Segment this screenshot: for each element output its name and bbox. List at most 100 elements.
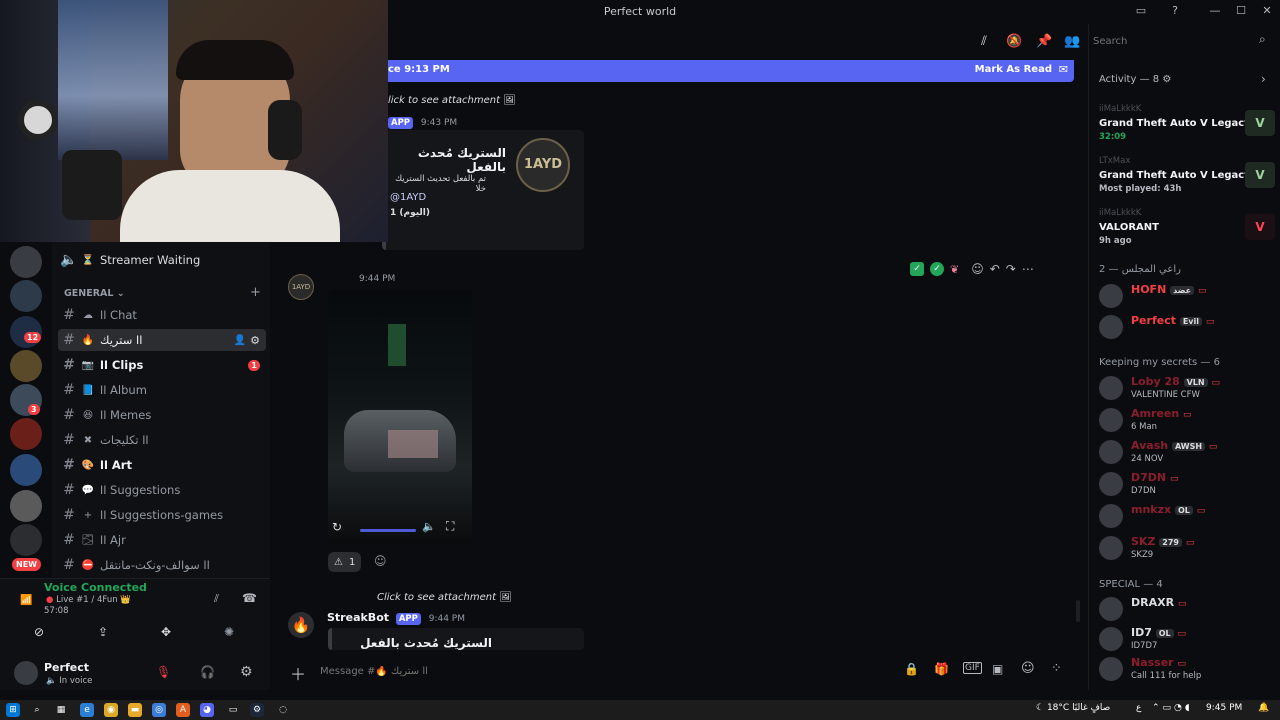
- apps-icon[interactable]: ⁘: [1051, 661, 1062, 676]
- server-icon[interactable]: [10, 350, 42, 382]
- browser-icon[interactable]: ◎: [152, 703, 166, 717]
- add-reaction-icon[interactable]: ☺: [374, 554, 387, 568]
- voice-channel-link[interactable]: ● Live #1 / 4Fun 👑: [46, 595, 131, 605]
- channel-item[interactable]: # ⛔ اا سوالف-ونكت-مانتقل: [58, 554, 266, 576]
- threads-icon[interactable]: ⫽: [976, 34, 992, 50]
- camera-off-icon[interactable]: ⊘: [34, 625, 44, 639]
- category-general[interactable]: GENERAL ⌄: [64, 288, 125, 299]
- discord-icon[interactable]: ◕: [200, 703, 214, 717]
- channel-item[interactable]: # 😆 اا Memes: [58, 404, 266, 426]
- file-explorer-icon[interactable]: ▬: [128, 703, 142, 717]
- activity-header[interactable]: Activity — 8 ⚙: [1099, 74, 1171, 85]
- member-item[interactable]: Perfect Evil ▭: [1099, 310, 1275, 344]
- gif-icon[interactable]: GIF: [963, 662, 982, 674]
- replay-icon[interactable]: ↻: [332, 520, 342, 534]
- task-view-icon[interactable]: ▦: [54, 703, 68, 717]
- search-icon[interactable]: ⌕: [30, 703, 44, 717]
- attach-plus-icon[interactable]: ＋: [290, 661, 306, 685]
- server-icon[interactable]: [10, 280, 42, 312]
- language-indicator[interactable]: ع: [1136, 703, 1141, 713]
- server-icon[interactable]: [10, 246, 42, 278]
- mute-notifications-icon[interactable]: 🔕: [1006, 34, 1022, 50]
- member-item[interactable]: D7DN ▭ D7DN: [1099, 467, 1275, 501]
- more-icon[interactable]: ⋯: [1022, 262, 1034, 276]
- channel-item[interactable]: # + اا Suggestions-games: [58, 504, 266, 526]
- member-item[interactable]: Avash AWSH ▭ 24 NOV: [1099, 435, 1275, 469]
- mute-icon[interactable]: 🎙: [156, 665, 171, 679]
- notifications-icon[interactable]: 🔔: [1258, 703, 1269, 713]
- clock[interactable]: 9:45 PM: [1206, 703, 1242, 713]
- video-attachment[interactable]: ↻ 🔈 ⛶: [328, 290, 472, 544]
- lock-icon[interactable]: 🔒: [904, 662, 919, 676]
- help-icon[interactable]: ?: [1166, 4, 1184, 20]
- embed-mention[interactable]: @1AYD: [390, 192, 426, 203]
- channel-item[interactable]: # 🌫 اا Ajr: [58, 529, 266, 551]
- server-icon[interactable]: [10, 490, 42, 522]
- activity-card[interactable]: iiMaLkkkK VALORANT 9h ago V: [1099, 204, 1275, 252]
- member-item[interactable]: ID7 OL ▭ ID7D7: [1099, 622, 1275, 656]
- inbox-icon[interactable]: ▭: [1132, 4, 1150, 20]
- forward-icon[interactable]: ↷: [1006, 262, 1016, 276]
- attachment-link[interactable]: Click to see attachment 🖼: [377, 592, 512, 603]
- member-item[interactable]: mnkzx OL ▭: [1099, 499, 1275, 533]
- server-icon[interactable]: [10, 524, 42, 556]
- member-item[interactable]: Loby 28 VLN ▭ VALENTINE CFW: [1099, 371, 1275, 405]
- screen-share-icon[interactable]: ⇪: [98, 625, 108, 639]
- bot-name[interactable]: StreakBot: [327, 611, 389, 624]
- reaction[interactable]: ⚠ 1: [328, 552, 362, 572]
- steam-icon[interactable]: ⚙: [250, 703, 264, 717]
- signal-icon[interactable]: 📶: [20, 595, 32, 606]
- search-icon[interactable]: ⌕: [1259, 32, 1266, 47]
- activity-card[interactable]: LTxMax Grand Theft Auto V Legacy Most play…: [1099, 152, 1275, 200]
- gift-icon[interactable]: 🎁: [934, 662, 949, 676]
- app-icon[interactable]: A: [176, 703, 190, 717]
- reaction-icon[interactable]: ❦: [950, 263, 959, 276]
- member-list-icon[interactable]: 👥: [1064, 34, 1080, 50]
- voice-status[interactable]: Voice Connected: [44, 581, 147, 594]
- channel-settings-icon[interactable]: ⚙: [250, 334, 260, 347]
- weather-widget[interactable]: ☾ 18°C صافٍ غالبًا: [1036, 703, 1110, 713]
- chevron-right-icon[interactable]: ›: [1261, 72, 1266, 86]
- pin-icon[interactable]: 📌: [1036, 34, 1052, 50]
- reply-icon[interactable]: ↶: [990, 262, 1000, 276]
- volume-icon[interactable]: 🔈: [422, 520, 436, 533]
- emoji-icon[interactable]: ☺: [1021, 661, 1035, 676]
- disconnect-icon[interactable]: ☎: [242, 591, 257, 605]
- server-icon[interactable]: [10, 454, 42, 486]
- streakbot-avatar[interactable]: 🔥: [288, 612, 314, 638]
- scrollbar[interactable]: [1076, 600, 1080, 622]
- mark-as-read-button[interactable]: Mark As Read: [975, 64, 1052, 75]
- create-channel-icon[interactable]: +: [250, 285, 261, 300]
- fullscreen-icon[interactable]: ⛶: [446, 519, 454, 534]
- sticker-icon[interactable]: ▣: [992, 662, 1003, 676]
- channel-item[interactable]: # ☁ اا Chat: [58, 304, 266, 326]
- windows-start-icon[interactable]: ⊞: [6, 703, 20, 717]
- check-reaction-icon[interactable]: ✓: [910, 262, 924, 276]
- member-item[interactable]: SKZ 279 ▭ SKZ9: [1099, 531, 1275, 565]
- avatar[interactable]: [14, 661, 38, 685]
- server-icon[interactable]: [10, 418, 42, 450]
- new-messages-bar[interactable]: ce 9:13 PM Mark As Read ✉: [382, 60, 1074, 82]
- username[interactable]: Perfect: [44, 661, 89, 674]
- message-input[interactable]: [320, 660, 880, 682]
- search-input[interactable]: [1093, 32, 1253, 50]
- avatar[interactable]: 1AYD: [288, 274, 314, 300]
- chrome-icon[interactable]: ◉: [104, 703, 118, 717]
- channel-item[interactable]: # 📷 اا Clips 1: [58, 354, 266, 376]
- add-reaction-icon[interactable]: ☺: [971, 262, 984, 276]
- attachment-link[interactable]: lick to see attachment 🖼: [388, 95, 516, 106]
- deafen-icon[interactable]: 🎧: [200, 665, 215, 679]
- activity-card[interactable]: iiMaLkkkK Grand Theft Auto V Legacy 32:09 V: [1099, 100, 1275, 148]
- minimize-button[interactable]: —: [1206, 4, 1224, 20]
- member-item[interactable]: Amreen ▭ 6 Man: [1099, 403, 1275, 437]
- app-icon[interactable]: ◌: [276, 703, 290, 717]
- member-item[interactable]: Nasser ▭ Call 111 for help: [1099, 652, 1275, 686]
- voice-channel[interactable]: 🔈 ⏳ Streamer Waiting: [58, 249, 266, 271]
- channel-item[interactable]: # ✖ اا تكليجات: [58, 429, 266, 451]
- activities-icon[interactable]: ✥: [161, 625, 171, 639]
- member-item[interactable]: HOFN عضد ▭: [1099, 279, 1275, 313]
- video-progress[interactable]: [360, 529, 416, 532]
- maximize-button[interactable]: ☐: [1232, 4, 1250, 20]
- close-button[interactable]: ✕: [1258, 4, 1276, 20]
- verified-reaction-icon[interactable]: ✓: [930, 262, 944, 276]
